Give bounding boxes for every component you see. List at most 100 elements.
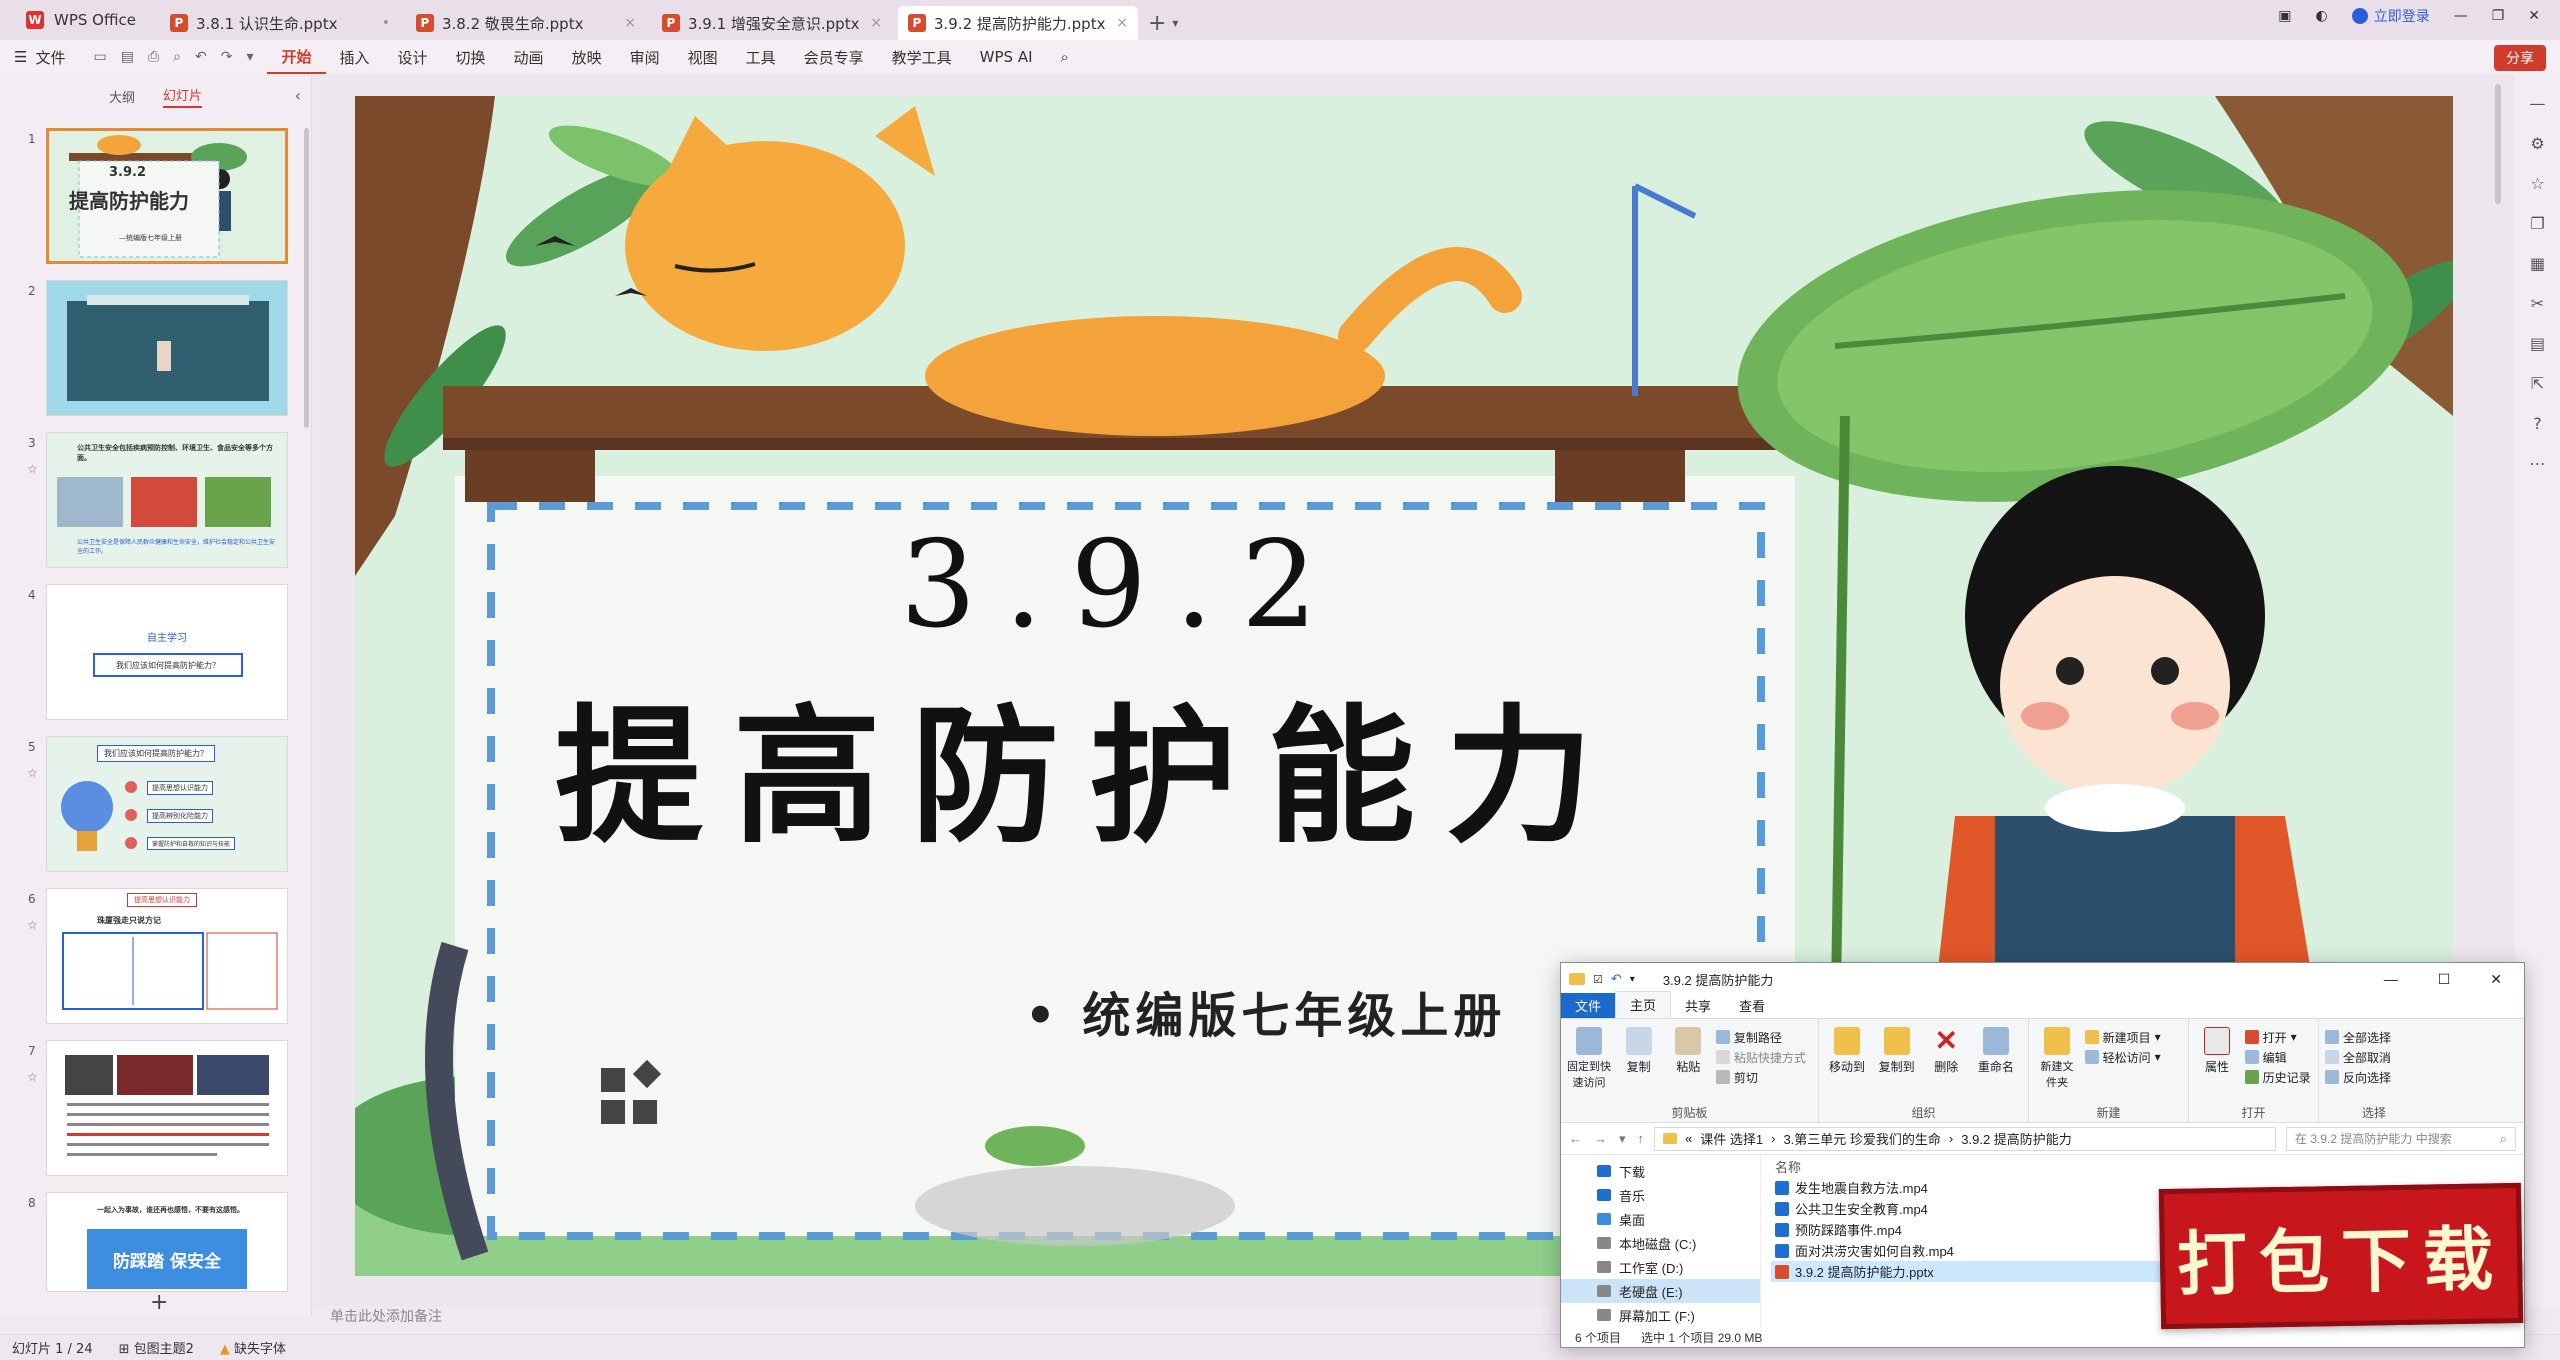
ribbon-tab-tools[interactable]: 工具 (732, 40, 790, 74)
panel-scrollbar[interactable] (304, 128, 309, 428)
ribbon-tab-wps-ai[interactable]: WPS AI (966, 40, 1047, 74)
slide-title[interactable]: 提高防护能力 (555, 656, 1623, 871)
maximize-icon[interactable]: ☐ (2438, 971, 2451, 988)
undo-icon[interactable]: ↶ (1611, 971, 1622, 987)
breadcrumb-item[interactable]: 3.9.2 提高防护能力 (1961, 1129, 2072, 1148)
collapse-icon[interactable]: — (2528, 94, 2548, 114)
scroll-thumb[interactable] (2495, 84, 2501, 204)
print-icon[interactable]: ⎙ (148, 49, 159, 65)
minimize-icon[interactable]: — (2384, 971, 2398, 988)
paste-button[interactable]: 粘贴 (1666, 1023, 1710, 1075)
new-tab-plus-icon[interactable]: + ▾ (1148, 6, 1178, 40)
image-icon[interactable]: ▦ (2528, 254, 2548, 274)
doc-tab-4-active[interactable]: P 3.9.2 提高防护能力.pptx × (897, 6, 1138, 40)
slide-thumb-3[interactable]: 3 ☆ 公共卫生安全包括疾病预防控制、环境卫生、食品安全等多个方面。 公共卫生安… (0, 432, 300, 570)
explorer-tab-share[interactable]: 共享 (1671, 993, 1725, 1018)
layout-icon[interactable]: ▣ (2278, 8, 2291, 24)
copy-button[interactable]: 复制 (1617, 1023, 1661, 1075)
copy-to-button[interactable]: 复制到 (1875, 1023, 1919, 1075)
doc-tab-3[interactable]: P 3.9.1 增强安全意识.pptx × (652, 6, 892, 40)
notes-placeholder[interactable]: 单击此处添加备注 (330, 1306, 442, 1326)
help-icon[interactable]: ? (2528, 414, 2548, 434)
skin-icon[interactable]: ◐ (2315, 8, 2327, 24)
minimize-icon[interactable]: — (2454, 8, 2468, 24)
rename-button[interactable]: 重命名 (1974, 1023, 2018, 1075)
ribbon-tab-view[interactable]: 视图 (674, 40, 732, 74)
add-slide-button[interactable]: + (150, 1290, 168, 1315)
recent-icon[interactable]: ▾ (1619, 1131, 1626, 1147)
missing-font-indicator[interactable]: ▲ 缺失字体 (220, 1338, 286, 1357)
check-icon[interactable]: ☑ (1593, 973, 1603, 986)
explorer-tab-home[interactable]: 主页 (1615, 991, 1672, 1018)
share-button[interactable]: 分享 (2494, 45, 2546, 71)
breadcrumb-item[interactable]: 课件 选择1 (1700, 1129, 1763, 1148)
close-icon[interactable]: ✕ (2490, 971, 2502, 988)
nav-item[interactable]: 本地磁盘 (C:) (1561, 1231, 1760, 1255)
slide-thumb-4[interactable]: 4 自主学习 我们应该如何提高防护能力？ (0, 584, 300, 722)
preview-icon[interactable]: ⌕ (173, 49, 181, 65)
forward-icon[interactable]: → (1594, 1131, 1607, 1147)
explorer-tab-view[interactable]: 查看 (1725, 993, 1779, 1018)
path-breadcrumb[interactable]: « 课件 选择1 › 3.第三单元 珍爱我们的生命 › 3.9.2 提高防护能力 (1654, 1126, 2276, 1151)
nav-item[interactable]: 工作室 (D:) (1561, 1255, 1760, 1279)
easy-access-button[interactable]: 轻松访问 ▾ (2084, 1047, 2161, 1067)
ribbon-tab-teaching[interactable]: 教学工具 (878, 40, 966, 74)
star-icon[interactable]: ☆ (27, 1070, 38, 1084)
search-icon[interactable]: ⌕ (1047, 40, 1083, 74)
column-header-name[interactable]: 名称 (1771, 1155, 2524, 1177)
ribbon-tab-home[interactable]: 开始 (267, 40, 326, 74)
nav-item-selected[interactable]: 老硬盘 (E:) (1561, 1279, 1760, 1303)
nav-item[interactable]: 音乐 (1561, 1183, 1760, 1207)
adjust-icon[interactable]: ⚙ (2528, 134, 2548, 154)
dropdown-icon[interactable]: ▾ (1630, 974, 1635, 985)
slide-thumb-7[interactable]: 7 ☆ (0, 1040, 300, 1178)
slide-thumb-2[interactable]: 2 (0, 280, 300, 418)
star-icon[interactable]: ☆ (27, 766, 38, 780)
explorer-search-input[interactable]: 在 3.9.2 提高防护能力 中搜索 ⌕ (2286, 1126, 2516, 1151)
copy-path-button[interactable]: 复制路径 (1715, 1027, 1806, 1047)
slide-thumb-8[interactable]: 8 一起入为事故，谁还再也感悟，不要有这感悟。 防踩踏 保安全 (0, 1192, 300, 1292)
theme-indicator[interactable]: ⊞ 包图主题2 (119, 1338, 194, 1357)
save-icon[interactable]: ▭ (93, 49, 106, 65)
star-icon[interactable]: ☆ (27, 918, 38, 932)
slide-thumb-6[interactable]: 6 ☆ 提高思想认识能力 珠厦强走只说方记 (0, 888, 300, 1026)
slide-subtitle[interactable]: • 统编版七年级上册 (1025, 976, 1506, 1046)
doc-tab-1[interactable]: P 3.8.1 认识生命.pptx • (160, 6, 400, 40)
book-icon[interactable]: ▤ (2528, 334, 2548, 354)
up-icon[interactable]: ↑ (1638, 1131, 1645, 1147)
paste-shortcut-button[interactable]: 粘贴快捷方式 (1715, 1047, 1806, 1067)
edit-button[interactable]: 编辑 (2244, 1047, 2311, 1067)
tool-icon[interactable]: ✂ (2528, 294, 2548, 314)
ribbon-tab-member[interactable]: 会员专享 (790, 40, 878, 74)
tab-slides[interactable]: 幻灯片 (163, 85, 203, 108)
tab-outline[interactable]: 大纲 (109, 87, 135, 106)
new-folder-button[interactable]: 新建文件夹 (2035, 1023, 2079, 1090)
select-all-button[interactable]: 全部选择 (2325, 1027, 2423, 1047)
maximize-icon[interactable]: ❐ (2492, 8, 2505, 24)
doc-tab-2[interactable]: P 3.8.2 敬畏生命.pptx × (406, 6, 646, 40)
close-tab-icon[interactable]: × (1116, 15, 1128, 31)
select-none-button[interactable]: 全部取消 (2325, 1047, 2423, 1067)
ribbon-tab-review[interactable]: 审阅 (616, 40, 674, 74)
ribbon-tab-design[interactable]: 设计 (384, 40, 442, 74)
more-icon[interactable]: ▾ (246, 49, 253, 65)
close-tab-icon[interactable]: × (870, 15, 882, 31)
pin-button[interactable]: 固定到快速访问 (1567, 1023, 1611, 1090)
export-icon[interactable]: ▤ (121, 49, 134, 65)
collapse-panel-icon[interactable]: ‹ (295, 86, 301, 105)
invert-selection-button[interactable]: 反向选择 (2325, 1067, 2423, 1087)
nav-item[interactable]: 桌面 (1561, 1207, 1760, 1231)
explorer-tab-file[interactable]: 文件 (1561, 993, 1616, 1018)
redo-icon[interactable]: ↷ (221, 49, 233, 65)
more-icon[interactable]: ⋯ (2528, 454, 2548, 474)
close-tab-icon[interactable]: • (382, 15, 390, 31)
nav-item[interactable]: 下载 (1561, 1159, 1760, 1183)
ribbon-tab-slideshow[interactable]: 放映 (558, 40, 616, 74)
ribbon-tab-insert[interactable]: 插入 (326, 40, 384, 74)
cut-button[interactable]: 剪切 (1715, 1067, 1806, 1087)
star-icon[interactable]: ☆ (2528, 174, 2548, 194)
new-item-button[interactable]: 新建项目 ▾ (2084, 1027, 2161, 1047)
ribbon-tab-transition[interactable]: 切换 (442, 40, 500, 74)
slide-number-text[interactable]: 3.9.2 (900, 516, 1345, 655)
back-icon[interactable]: ← (1569, 1131, 1582, 1147)
